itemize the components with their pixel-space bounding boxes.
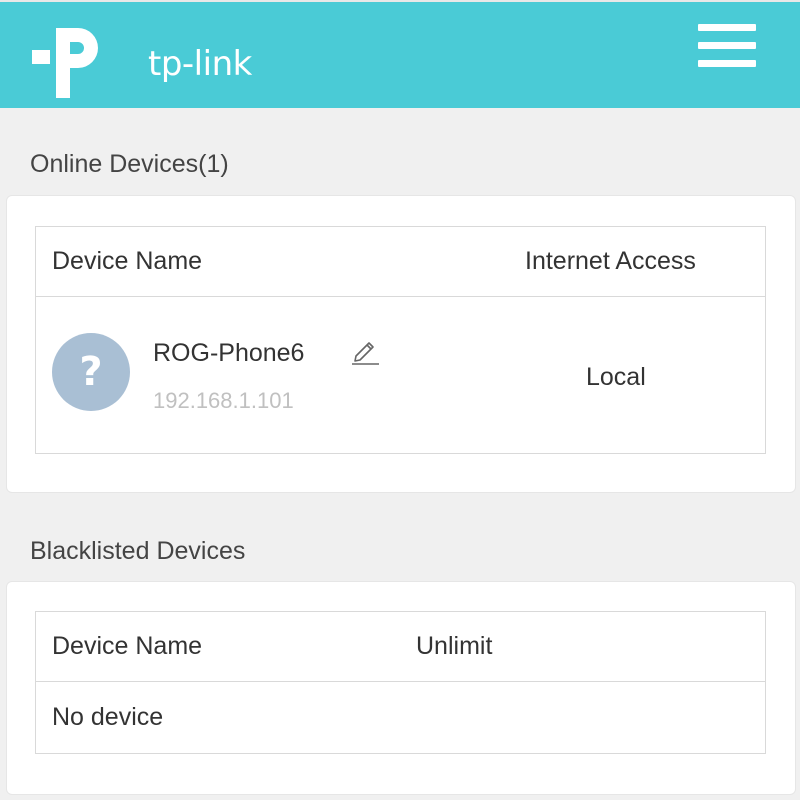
- online-devices-title: Online Devices(1): [30, 150, 229, 178]
- tp-link-logo-icon: [32, 28, 98, 98]
- empty-state-text: No device: [52, 703, 164, 731]
- table-header: Device Name Unlimit: [36, 612, 765, 682]
- online-devices-card: Device Name Internet Access ? ROG-Phone6…: [6, 195, 796, 493]
- table-header: Device Name Internet Access: [36, 227, 765, 297]
- column-unlimit: Unlimit: [416, 632, 493, 660]
- blacklisted-devices-card: Device Name Unlimit No device: [6, 581, 796, 795]
- table-row: ? ROG-Phone6 192.168.1.101 Local: [36, 297, 765, 453]
- column-device-name: Device Name: [52, 632, 203, 660]
- device-internet-access: Local: [586, 363, 646, 391]
- edit-pencil-icon[interactable]: [350, 335, 380, 365]
- hamburger-menu-icon[interactable]: [696, 22, 758, 70]
- device-ip: 192.168.1.101: [153, 388, 294, 413]
- table-row: No device: [36, 682, 765, 754]
- column-internet-access: Internet Access: [525, 247, 696, 275]
- top-header: tp-link: [0, 0, 800, 108]
- blacklisted-devices-table: Device Name Unlimit No device: [35, 611, 766, 754]
- brand-name: tp-link: [148, 44, 252, 84]
- column-device-name: Device Name: [52, 247, 203, 275]
- online-devices-table: Device Name Internet Access ? ROG-Phone6…: [35, 226, 766, 454]
- tp-link-logo[interactable]: tp-link: [32, 22, 252, 102]
- device-name: ROG-Phone6: [153, 339, 305, 367]
- question-mark-icon: ?: [52, 333, 130, 411]
- blacklisted-devices-title: Blacklisted Devices: [30, 537, 246, 565]
